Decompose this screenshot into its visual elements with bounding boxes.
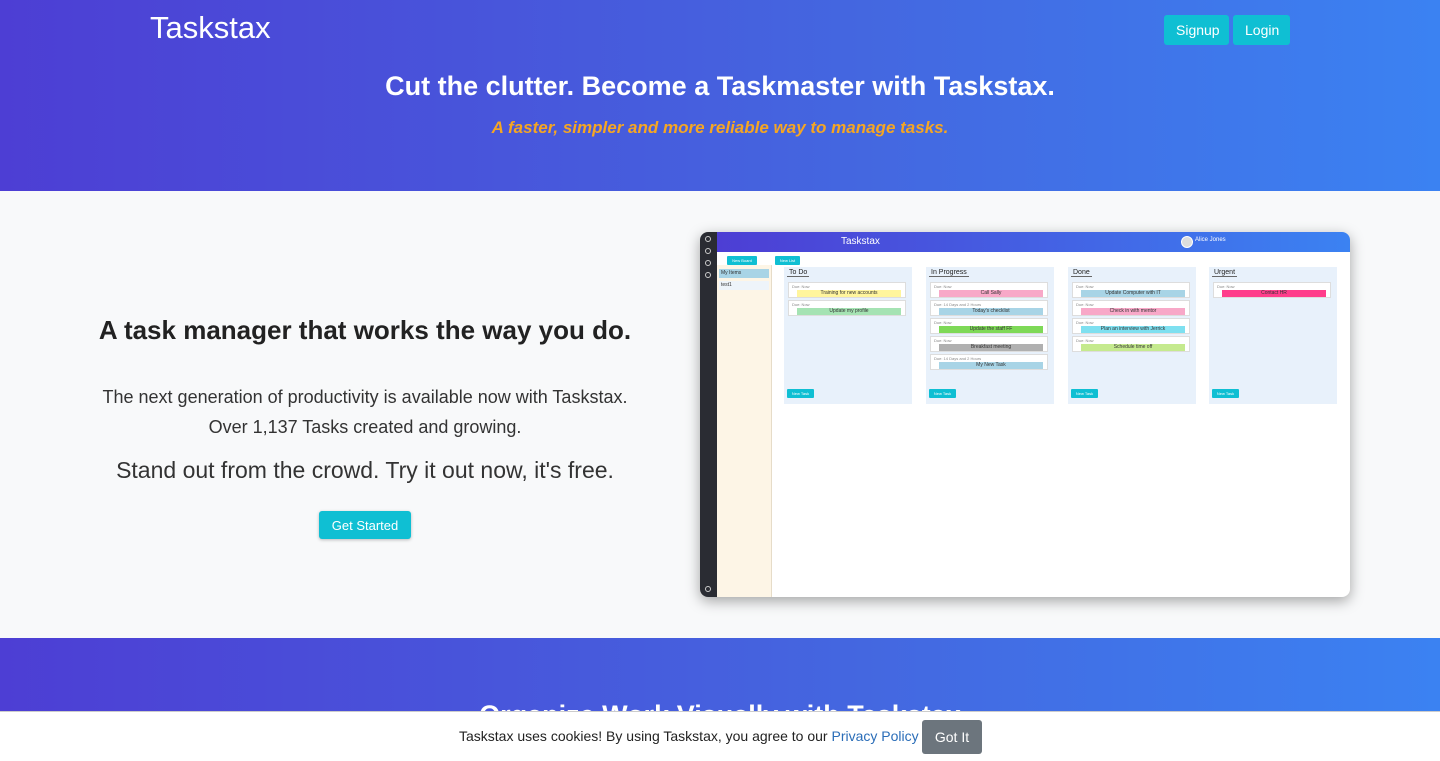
preview-new-task-button: New Task (1071, 389, 1098, 398)
preview-topbar: Taskstax Alice Jones (717, 232, 1350, 252)
preview-task-due: Due: Now (934, 284, 952, 289)
hero-subtitle: A faster, simpler and more reliable way … (491, 118, 949, 137)
feature-section: A task manager that works the way you do… (0, 191, 1440, 638)
preview-task-text: Check in with mentor (1081, 308, 1185, 315)
hero-section: Taskstax Signup Login Cut the clutter. B… (0, 0, 1440, 191)
preview-column-title: Urgent (1212, 269, 1238, 277)
app-preview-screenshot: Taskstax Alice Jones New Board New List … (700, 232, 1350, 597)
preview-task-text: Plan an interview with Jerrick (1081, 326, 1185, 333)
preview-task-text: Call Sally (939, 290, 1043, 297)
signup-button[interactable]: Signup (1164, 15, 1229, 45)
preview-task-text: My New Task (939, 362, 1043, 369)
preview-sidebar: My Items test1 (717, 265, 772, 597)
preview-title: Taskstax (841, 236, 880, 247)
preview-column-title: In Progress (929, 269, 969, 277)
preview-new-board-button: New Board (727, 256, 757, 265)
preview-task-due: Due: Now (1076, 338, 1094, 343)
preview-task-card: Due: Now Update Computer with IT (1072, 282, 1190, 298)
preview-task-card: Due: Now Schedule time off (1072, 336, 1190, 352)
preview-user-name: Alice Jones (1195, 237, 1226, 243)
cookie-banner: Taskstax uses cookies! By using Taskstax… (0, 711, 1440, 761)
preview-rail-icon (705, 260, 711, 266)
preview-sidebar-item: My Items (719, 269, 769, 278)
preview-task-card: Due: Now Contact HR (1213, 282, 1331, 298)
preview-task-card: Due: Now Training for new accounts (788, 282, 906, 298)
preview-sidebar-item: test1 (719, 281, 769, 290)
preview-icon-rail (700, 232, 717, 597)
preview-task-text: Update my profile (797, 308, 901, 315)
feature-title: A task manager that works the way you do… (98, 315, 632, 345)
preview-task-due: Due: Now (934, 320, 952, 325)
preview-new-task-button: New Task (787, 389, 814, 398)
preview-task-due: Due: Now (934, 338, 952, 343)
preview-rail-icon (705, 586, 711, 592)
preview-task-card: Due: Now Plan an interview with Jerrick (1072, 318, 1190, 334)
preview-task-card: Due: Now Check in with mentor (1072, 300, 1190, 316)
cookie-text: Taskstax uses cookies! By using Taskstax… (459, 728, 832, 744)
preview-task-text: Update the staff FF (939, 326, 1043, 333)
preview-task-due: Due: Now (792, 284, 810, 289)
preview-rail-icon (705, 248, 711, 254)
preview-task-due: Due: Now (1076, 284, 1094, 289)
preview-new-task-button: New Task (1212, 389, 1239, 398)
preview-column-title: To Do (787, 269, 810, 277)
preview-new-task-button: New Task (929, 389, 956, 398)
hero-title: Cut the clutter. Become a Taskmaster wit… (385, 71, 1055, 101)
preview-avatar (1181, 236, 1193, 248)
preview-task-due: Due: Now (1076, 320, 1094, 325)
preview-rail-icon (705, 272, 711, 278)
preview-task-due: Due: 14 Days and 2 Hours (934, 302, 982, 307)
feature-tagline: Stand out from the crowd. Try it out now… (116, 457, 614, 483)
task-count-text: Over 1,137 Tasks created and growing. (208, 417, 522, 437)
cookie-message: Taskstax uses cookies! By using Taskstax… (459, 728, 919, 744)
get-started-button[interactable]: Get Started (319, 511, 411, 539)
login-button[interactable]: Login (1233, 15, 1290, 45)
preview-task-card: Due: 14 Days and 2 Hours Today's checklis… (930, 300, 1048, 316)
preview-column: In Progress Due: Now Call Sally Due: 14 Day… (926, 267, 1054, 404)
preview-task-card: Due: Now Breakfast meeting (930, 336, 1048, 352)
preview-column: To Do Due: Now Training for new accounts Du… (784, 267, 912, 404)
preview-task-text: Training for new accounts (797, 290, 901, 297)
preview-task-text: Schedule time off (1081, 344, 1185, 351)
preview-task-card: Due: Now Update the staff FF (930, 318, 1048, 334)
preview-column-title: Done (1071, 269, 1092, 277)
preview-task-text: Today's checklist (939, 308, 1043, 315)
preview-task-text: Contact HR (1222, 290, 1326, 297)
got-it-button[interactable]: Got It (922, 720, 982, 754)
preview-rail-icon (705, 236, 711, 242)
preview-task-due: Due: Now (792, 302, 810, 307)
preview-task-due: Due: Now (1076, 302, 1094, 307)
preview-task-due: Due: 14 Days and 2 Hours (934, 356, 982, 361)
preview-task-text: Breakfast meeting (939, 344, 1043, 351)
preview-column: Urgent Due: Now Contact HR New Task (1209, 267, 1337, 404)
preview-task-text: Update Computer with IT (1081, 290, 1185, 297)
preview-task-card: Due: 14 Days and 2 Hours My New Task (930, 354, 1048, 370)
preview-new-list-button: New List (775, 256, 800, 265)
feature-description: The next generation of productivity is a… (102, 387, 628, 407)
privacy-policy-link[interactable]: Privacy Policy (831, 728, 918, 744)
preview-task-card: Due: Now Call Sally (930, 282, 1048, 298)
preview-column: Done Due: Now Update Computer with IT Due: … (1068, 267, 1196, 404)
preview-task-card: Due: Now Update my profile (788, 300, 906, 316)
preview-task-due: Due: Now (1217, 284, 1235, 289)
brand-logo[interactable]: Taskstax (150, 10, 271, 46)
